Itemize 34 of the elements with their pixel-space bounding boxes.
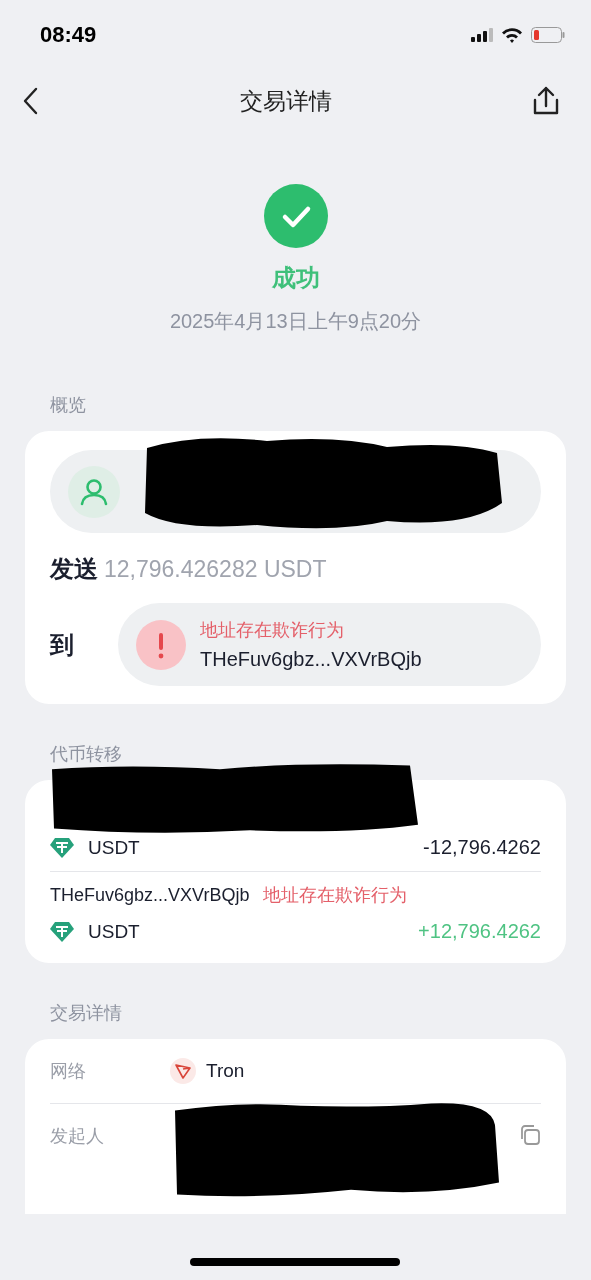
user-icon (68, 465, 120, 518)
detail-label: 发起人 (50, 1125, 105, 1148)
transfer-address: THeFuv6gbz...VXVrBQjb (50, 884, 250, 906)
copy-icon[interactable] (519, 1124, 541, 1146)
warning-icon (136, 619, 186, 670)
battery-icon (531, 27, 565, 43)
success-check-icon (263, 184, 328, 248)
token-name: USDT (88, 920, 140, 943)
section-label: 概览 (50, 394, 87, 417)
transaction-date: 2025年4月13日上午9点20分 (169, 309, 422, 334)
page-title: 交易详情 (239, 86, 332, 116)
recipient-address: THeFuv6gbz...VXVrBQjb (200, 648, 422, 671)
send-amount: 12,796.426282 USDT (104, 556, 327, 583)
fraud-warning: 地址存在欺诈行为 (200, 619, 345, 642)
send-label: 发送 (50, 554, 98, 584)
token-amount: -12,796.4262 (423, 836, 541, 859)
token-amount: +12,796.4262 (418, 920, 541, 943)
token-name: USDT (88, 836, 140, 859)
section-label: 代币转移 (50, 743, 123, 766)
section-label: 交易详情 (50, 1002, 123, 1025)
detail-label: 网络 (50, 1060, 87, 1083)
to-label: 到 (50, 629, 75, 660)
tether-icon (50, 836, 74, 859)
network-name: Tron (206, 1060, 245, 1082)
tether-icon (50, 920, 74, 943)
tron-icon (170, 1058, 196, 1084)
signal-icon (471, 28, 493, 42)
back-icon[interactable] (22, 87, 38, 115)
wifi-icon (501, 27, 523, 43)
status-time: 08:49 (40, 22, 97, 48)
share-icon[interactable] (533, 86, 559, 116)
status-text: 成功 (271, 263, 320, 293)
fraud-warning: 地址存在欺诈行为 (263, 884, 408, 907)
recipient-pill[interactable]: 地址存在欺诈行为 THeFuv6gbz...VXVrBQjb (118, 603, 541, 686)
